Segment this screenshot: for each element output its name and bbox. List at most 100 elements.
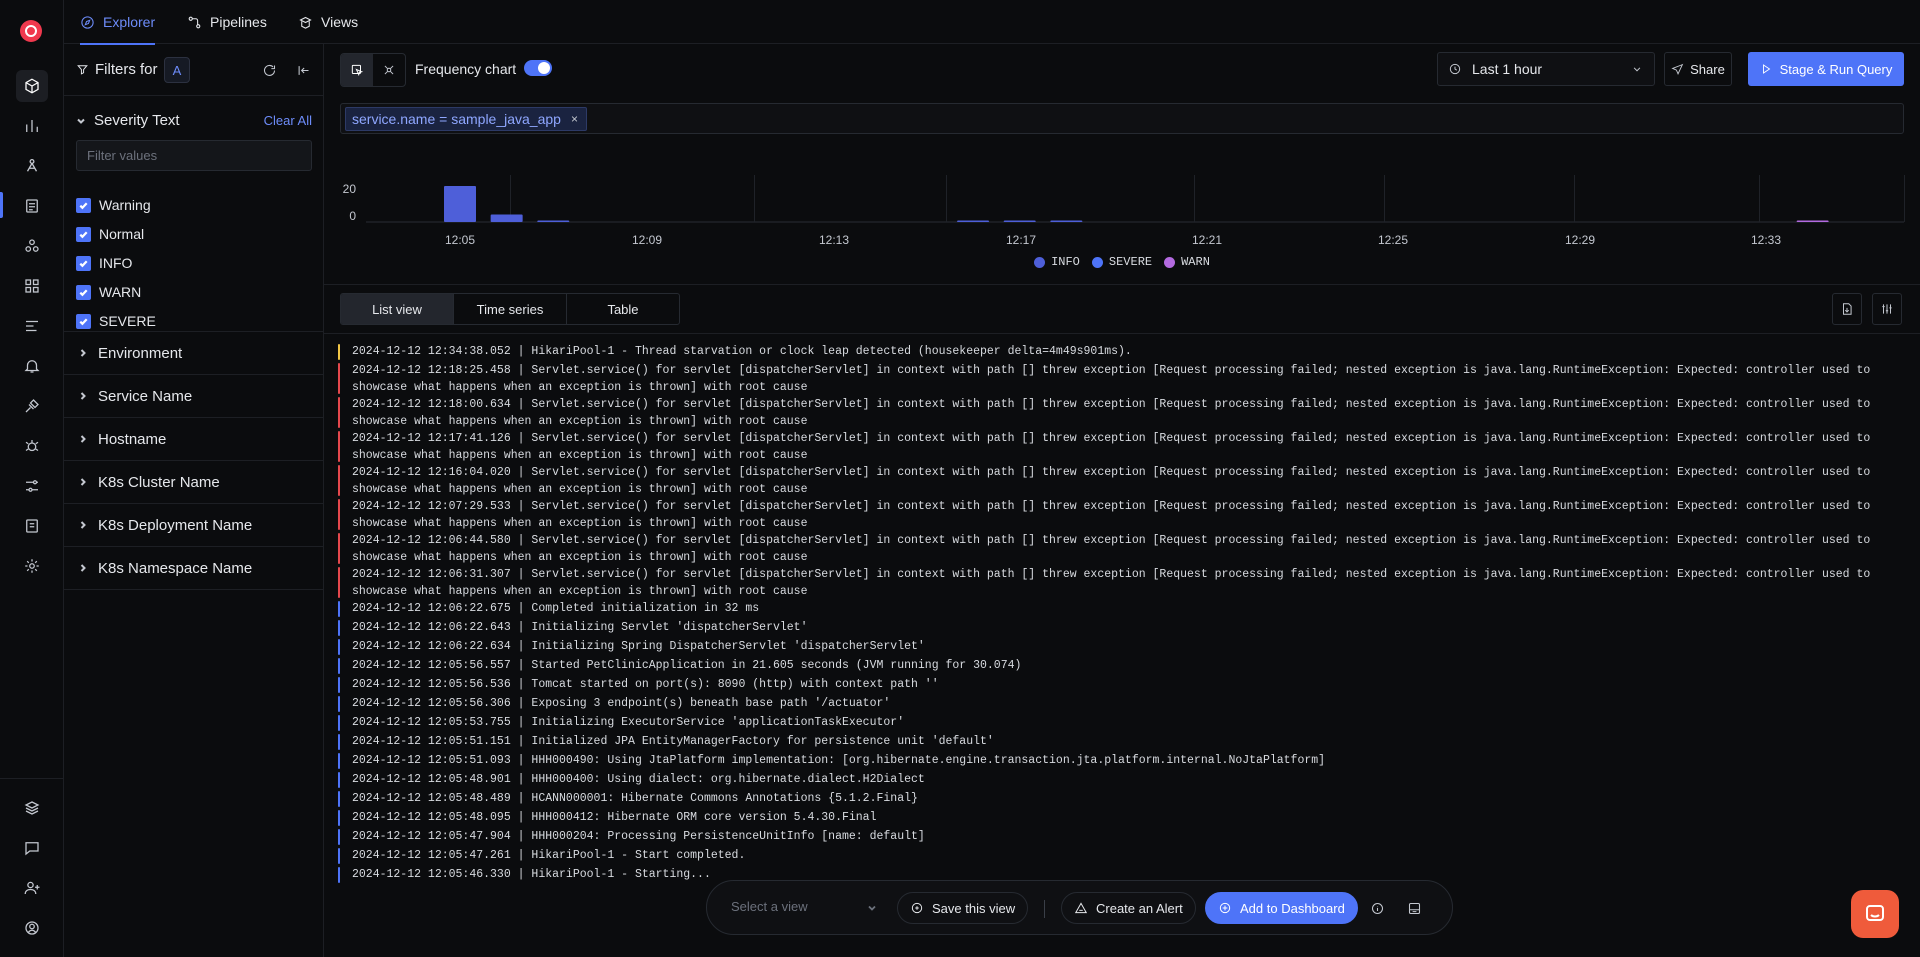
send-icon [1671, 63, 1684, 75]
profile-icon[interactable] [16, 912, 48, 944]
download-button[interactable] [1832, 293, 1862, 325]
x-tick-label: 12:33 [1751, 233, 1781, 247]
filter-values-input[interactable] [76, 140, 312, 171]
log-row[interactable]: 2024-12-12 12:05:56.306 | Exposing 3 end… [338, 695, 1898, 713]
filters-title: Filters for [76, 61, 158, 78]
layers-icon[interactable] [16, 792, 48, 824]
home-icon[interactable] [16, 70, 48, 102]
invite-user-icon[interactable] [16, 872, 48, 904]
log-row[interactable]: 2024-12-12 12:05:47.261 | HikariPool-1 -… [338, 847, 1898, 865]
dashboards-icon[interactable] [16, 110, 48, 142]
checkbox-checked[interactable] [76, 255, 91, 271]
log-row[interactable]: 2024-12-12 12:05:48.095 | HHH000412: Hib… [338, 809, 1898, 827]
save-view-button[interactable]: Save this view [897, 892, 1029, 924]
list-icon[interactable] [16, 310, 48, 342]
panel-toggle-icon[interactable] [1404, 898, 1424, 918]
checkbox-checked[interactable] [76, 284, 91, 300]
chip-close-icon[interactable]: × [571, 112, 578, 126]
log-text: 2024-12-12 12:06:31.307 | Servlet.servic… [352, 568, 1871, 598]
filter-chip[interactable]: service.name = sample_java_app × [345, 107, 587, 131]
log-row[interactable]: 2024-12-12 12:05:53.755 | Initializing E… [338, 714, 1898, 732]
severity-indicator [338, 499, 340, 530]
integrations-icon[interactable] [16, 390, 48, 422]
share-button[interactable]: Share [1664, 52, 1732, 86]
tab-list-view[interactable]: List view [341, 294, 454, 324]
log-row[interactable]: 2024-12-12 12:06:22.643 | Initializing S… [338, 619, 1898, 637]
log-row[interactable]: 2024-12-12 12:18:00.634 | Servlet.servic… [338, 396, 1898, 429]
log-row[interactable]: 2024-12-12 12:18:25.458 | Servlet.servic… [338, 362, 1898, 395]
frequency-chart-toggle[interactable] [524, 60, 552, 76]
log-row[interactable]: 2024-12-12 12:06:44.580 | Servlet.servic… [338, 532, 1898, 565]
add-to-dashboard-button[interactable]: Add to Dashboard [1205, 892, 1358, 924]
checkbox-checked[interactable] [76, 313, 91, 329]
time-range-select[interactable]: Last 1 hour [1437, 52, 1655, 86]
log-row[interactable]: 2024-12-12 12:06:22.675 | Completed init… [338, 600, 1898, 618]
filter-section-service-name[interactable]: Service Name [64, 375, 324, 418]
log-row[interactable]: 2024-12-12 12:17:41.126 | Servlet.servic… [338, 430, 1898, 463]
logs-icon[interactable] [16, 190, 48, 222]
log-row[interactable]: 2024-12-12 12:05:51.093 | HHH000490: Usi… [338, 752, 1898, 770]
log-row[interactable]: 2024-12-12 12:05:51.151 | Initialized JP… [338, 733, 1898, 751]
chat-bubble-icon [1866, 905, 1884, 921]
refresh-icon[interactable] [258, 59, 280, 81]
query-search-bar[interactable]: service.name = sample_java_app × [340, 103, 1904, 134]
log-row[interactable]: 2024-12-12 12:34:38.052 | HikariPool-1 -… [338, 343, 1898, 361]
log-row[interactable]: 2024-12-12 12:05:48.901 | HHH000400: Usi… [338, 771, 1898, 789]
query-badge[interactable]: A [164, 57, 190, 83]
log-row[interactable]: 2024-12-12 12:05:48.489 | HCANN000001: H… [338, 790, 1898, 808]
stage-run-query-button[interactable]: Stage & Run Query [1748, 52, 1904, 86]
tab-time-series[interactable]: Time series [454, 294, 567, 324]
chat-support-icon[interactable] [16, 832, 48, 864]
y-tick-label: 0 [349, 209, 356, 223]
collapse-panel-icon[interactable] [292, 59, 314, 81]
chart-bar [1003, 220, 1036, 222]
log-row[interactable]: 2024-12-12 12:05:56.536 | Tomcat started… [338, 676, 1898, 694]
pipelines-settings-icon[interactable] [16, 470, 48, 502]
log-row[interactable]: 2024-12-12 12:05:47.904 | HHH000204: Pro… [338, 828, 1898, 846]
log-row[interactable]: 2024-12-12 12:06:31.307 | Servlet.servic… [338, 566, 1898, 599]
filter-section-hostname[interactable]: Hostname [64, 418, 324, 461]
services-icon[interactable] [16, 230, 48, 262]
grid-icon[interactable] [16, 270, 48, 302]
log-row[interactable]: 2024-12-12 12:05:56.557 | Started PetCli… [338, 657, 1898, 675]
legend-item-info[interactable]: INFO [1034, 255, 1080, 269]
select-view-dropdown[interactable]: Select a view [731, 899, 808, 914]
alerts-icon[interactable] [16, 350, 48, 382]
log-row[interactable]: 2024-12-12 12:07:29.533 | Servlet.servic… [338, 498, 1898, 531]
log-row[interactable]: 2024-12-12 12:16:04.020 | Servlet.servic… [338, 464, 1898, 497]
severity-option-normal[interactable]: Normal [76, 226, 144, 242]
legend-item-warn[interactable]: WARN [1164, 255, 1210, 269]
billing-icon[interactable] [16, 510, 48, 542]
exceptions-icon[interactable] [16, 430, 48, 462]
clickhouse-mode-button[interactable] [373, 54, 405, 86]
create-alert-button[interactable]: Create an Alert [1061, 892, 1196, 924]
traces-icon[interactable] [16, 150, 48, 182]
tab-explorer[interactable]: Explorer [80, 0, 156, 45]
severity-option-info[interactable]: INFO [76, 255, 132, 271]
log-text: 2024-12-12 12:05:46.330 | HikariPool-1 -… [352, 868, 711, 881]
chevron-down-icon [77, 118, 85, 124]
clear-all-link[interactable]: Clear All [264, 113, 312, 128]
checkbox-checked[interactable] [76, 197, 91, 213]
filter-section-k8s-cluster-name[interactable]: K8s Cluster Name [64, 461, 324, 504]
severity-option-severe[interactable]: SEVERE [76, 313, 156, 329]
settings-gear-icon[interactable] [16, 550, 48, 582]
filter-section-k8s-deployment-name[interactable]: K8s Deployment Name [64, 504, 324, 547]
logo-icon[interactable] [20, 20, 42, 42]
chat-support-button[interactable] [1851, 890, 1899, 938]
legend-item-severe[interactable]: SEVERE [1091, 255, 1152, 269]
log-row[interactable]: 2024-12-12 12:06:22.634 | Initializing S… [338, 638, 1898, 656]
tab-pipelines[interactable]: Pipelines [187, 0, 267, 44]
severity-option-warning[interactable]: Warning [76, 197, 151, 213]
checkbox-checked[interactable] [76, 226, 91, 242]
filter-section-environment[interactable]: Environment [64, 332, 324, 375]
tab-views[interactable]: Views [298, 0, 358, 44]
tab-table[interactable]: Table [567, 294, 679, 324]
filter-section-k8s-namespace-name[interactable]: K8s Namespace Name [64, 547, 324, 590]
severity-indicator [338, 620, 340, 636]
severity-option-warn[interactable]: WARN [76, 284, 141, 300]
format-options-button[interactable] [1872, 293, 1902, 325]
query-builder-mode-button[interactable] [341, 54, 373, 86]
info-icon[interactable] [1367, 898, 1387, 918]
severity-filter-toggle[interactable]: Severity Text [76, 112, 180, 129]
